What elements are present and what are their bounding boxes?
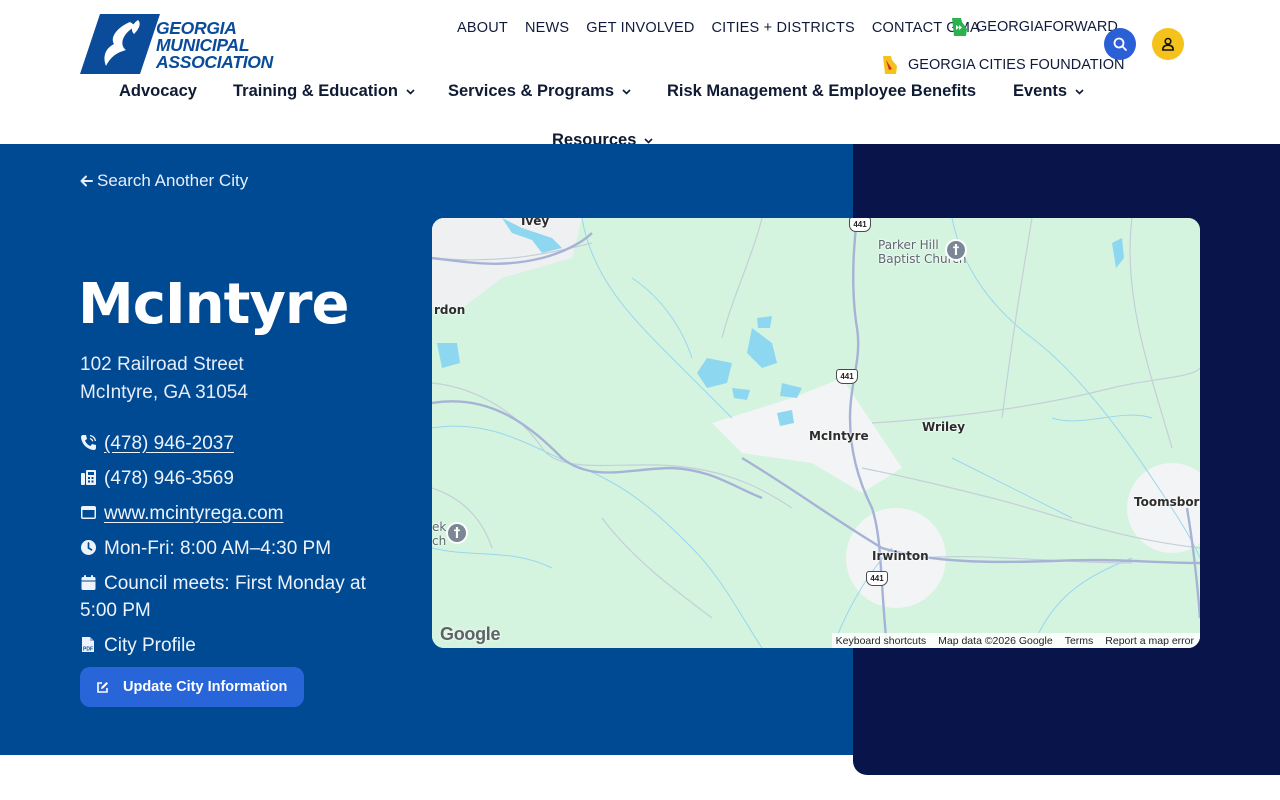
map-label-mcintyre: McIntyre	[809, 429, 869, 443]
user-account-button[interactable]	[1152, 28, 1184, 60]
edit-icon	[97, 681, 108, 693]
search-icon	[1113, 37, 1127, 51]
fax-icon	[81, 470, 96, 485]
us-441-shield-icon: 441	[836, 369, 858, 384]
church-pin-icon[interactable]: †	[945, 239, 967, 261]
report-map-error-link[interactable]: Report a map error	[1105, 635, 1194, 647]
council-row: Council meets: First Monday at	[80, 570, 380, 597]
map-label-ivey: Ivey	[521, 218, 550, 228]
georgia-forward-link[interactable]: GEORGIAFORWARD	[950, 17, 1118, 37]
city-profile-link[interactable]: City Profile	[104, 632, 196, 659]
search-another-city-link[interactable]: Search Another City	[80, 171, 248, 191]
map-label-irwinton: Irwinton	[872, 549, 929, 563]
city-map[interactable]: Ivey rdon Parker Hill Baptist Church † M…	[432, 218, 1200, 648]
church-pin-icon[interactable]: †	[446, 522, 468, 544]
fax-number: (478) 946-3569	[104, 468, 234, 489]
main-nav-risk-management[interactable]: Risk Management & Employee Benefits	[667, 82, 976, 101]
main-nav-services-programs[interactable]: Services & Programs	[448, 82, 631, 101]
pdf-file-icon: PDF	[82, 637, 94, 653]
website-link[interactable]: www.mcintyrega.com	[104, 500, 284, 527]
map-label-creek-church: ek ch	[432, 520, 447, 548]
chevron-down-icon	[1075, 88, 1084, 95]
gma-logo-mark-icon	[80, 14, 160, 74]
map-footer: Keyboard shortcuts Map data ©2026 Google…	[831, 633, 1200, 648]
calendar-icon	[81, 575, 96, 590]
site-header: GEORGIA MUNICIPAL ASSOCIATION ABOUT NEWS…	[0, 0, 1280, 149]
georgia-state-icon	[952, 18, 967, 36]
phone-link[interactable]: (478) 946-2037	[104, 430, 234, 457]
map-label-wriley: Wriley	[922, 420, 966, 434]
main-nav-events[interactable]: Events	[1013, 82, 1084, 101]
chevron-down-icon	[622, 88, 631, 95]
city-address: 102 Railroad Street McIntyre, GA 31054	[80, 354, 248, 403]
council-meeting: Council meets: First Monday at	[104, 573, 366, 594]
chevron-down-icon	[406, 88, 415, 95]
utility-nav-get-involved[interactable]: GET INVOLVED	[586, 20, 694, 36]
keyboard-shortcuts-link[interactable]: Keyboard shortcuts	[836, 635, 926, 647]
utility-nav-news[interactable]: NEWS	[525, 20, 569, 36]
georgia-cities-foundation-icon	[883, 56, 897, 74]
logo-wordmark: GEORGIA MUNICIPAL ASSOCIATION	[156, 18, 273, 72]
map-label-toomsboro: Toomsboro	[1134, 495, 1200, 509]
map-data-attribution: Map data ©2026 Google	[938, 634, 1053, 647]
phone-row: (478) 946-2037	[80, 430, 234, 457]
utility-nav-cities-districts[interactable]: CITIES + DISTRICTS	[712, 20, 855, 36]
hours-row: Mon-Fri: 8:00 AM–4:30 PM	[80, 535, 331, 562]
clock-icon	[81, 540, 96, 555]
map-label-gordon: rdon	[434, 303, 466, 317]
chevron-down-icon	[644, 137, 653, 144]
browser-window-icon	[81, 506, 96, 519]
arrow-left-icon	[80, 175, 93, 187]
website-row: www.mcintyrega.com	[80, 500, 284, 527]
georgia-cities-foundation-link[interactable]: GEORGIA CITIES FOUNDATION	[880, 55, 1124, 75]
gma-logo[interactable]: GEORGIA MUNICIPAL ASSOCIATION	[80, 14, 273, 74]
us-441-shield-icon: 441	[866, 571, 888, 586]
map-terms-link[interactable]: Terms	[1065, 635, 1094, 647]
main-nav-training-education[interactable]: Training & Education	[233, 82, 415, 101]
search-button[interactable]	[1104, 28, 1136, 60]
city-profile-row[interactable]: PDF City Profile	[80, 632, 196, 659]
city-name: McIntyre	[78, 272, 349, 337]
google-logo[interactable]: Google	[440, 624, 501, 645]
utility-nav-about[interactable]: ABOUT	[457, 20, 508, 36]
svg-text:PDF: PDF	[83, 647, 93, 653]
council-row-line2: 5:00 PM	[80, 600, 151, 621]
fax-row: (478) 946-3569	[80, 465, 234, 492]
office-hours: Mon-Fri: 8:00 AM–4:30 PM	[104, 538, 332, 559]
user-icon	[1162, 37, 1174, 51]
main-nav-advocacy[interactable]: Advocacy	[119, 82, 197, 101]
us-441-shield-icon: 441	[849, 218, 871, 232]
utility-nav: ABOUT NEWS GET INVOLVED CITIES + DISTRIC…	[457, 20, 997, 36]
update-city-information-button[interactable]: Update City Information	[80, 667, 304, 707]
phone-icon	[81, 434, 97, 450]
